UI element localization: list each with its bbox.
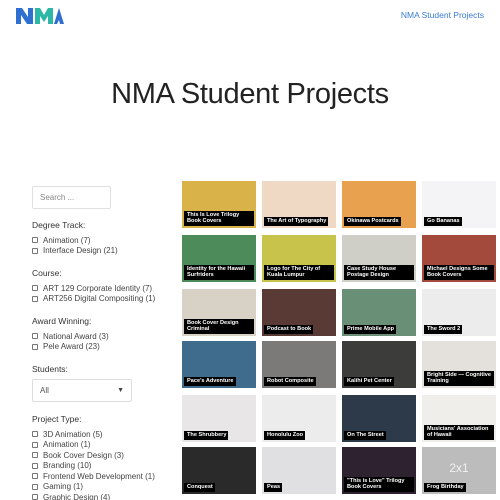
filter-option[interactable]: Branding (10) [32, 461, 152, 472]
project-tile[interactable]: Conquest [182, 447, 256, 494]
project-tile[interactable]: "This is Love" Trilogy Book Covers [342, 447, 416, 494]
project-tile[interactable]: Pace's Adventure [182, 341, 256, 388]
checkbox[interactable] [32, 247, 38, 254]
project-type-heading: Project Type: [32, 414, 82, 424]
project-tile[interactable]: Logo for The City of Kuala Lumpur [262, 235, 336, 282]
placeholder-label: 2x1 [449, 461, 469, 475]
checkbox[interactable] [32, 333, 38, 340]
project-caption: On The Street [344, 431, 386, 440]
project-tile[interactable]: Go Bananas [422, 181, 496, 228]
checkbox[interactable] [32, 462, 38, 469]
project-caption: Robot Composite [264, 377, 316, 386]
checkbox[interactable] [32, 483, 38, 490]
filter-option[interactable]: Animation (7) [32, 235, 152, 246]
filter-option[interactable]: 3D Animation (5) [32, 429, 152, 440]
project-tile[interactable]: Robot Composite [262, 341, 336, 388]
checkbox[interactable] [32, 285, 38, 292]
project-caption: Book Cover Design Criminal [184, 318, 254, 334]
students-heading: Students: [32, 364, 68, 374]
checkbox[interactable] [32, 441, 38, 448]
project-caption: Logo for The City of Kuala Lumpur [264, 264, 334, 280]
project-tile[interactable]: Musicians' Association of Hawaii [422, 395, 496, 442]
project-caption: Podcast to Book [264, 325, 314, 334]
checkbox[interactable] [32, 494, 38, 500]
project-caption: This Is Love Trilogy Book Covers [184, 210, 254, 226]
site-header: NMA Student Projects [0, 0, 500, 30]
degree-track-heading: Degree Track: [32, 220, 86, 230]
project-caption: "This is Love" Trilogy Book Covers [344, 476, 414, 492]
filter-option[interactable]: Pele Award (23) [32, 342, 152, 353]
checkbox[interactable] [32, 473, 38, 480]
checkbox[interactable] [32, 452, 38, 459]
filter-option[interactable]: Gaming (1) [32, 482, 152, 493]
checkbox[interactable] [32, 237, 38, 244]
search-input[interactable] [32, 186, 111, 209]
project-tile[interactable]: The Sword 2 [422, 289, 496, 336]
filter-option[interactable]: ART256 Digital Compositing (1) [32, 294, 155, 305]
chevron-down-icon: ▼ [117, 387, 124, 394]
filter-sidebar: Degree Track: Animation (7) Interface De… [32, 186, 155, 500]
project-caption: The Art of Typography [264, 217, 329, 226]
checkbox[interactable] [32, 343, 38, 350]
project-caption: Okinawa Postcards [344, 217, 401, 226]
project-caption: Pace's Adventure [184, 377, 236, 386]
project-tile[interactable]: Michael Designs Some Book Covers [422, 235, 496, 282]
project-caption: Go Bananas [424, 217, 462, 226]
project-tile[interactable]: This Is Love Trilogy Book Covers [182, 181, 256, 228]
nma-logo[interactable] [16, 8, 64, 24]
checkbox[interactable] [32, 431, 38, 438]
course-heading: Course: [32, 268, 62, 278]
project-tile[interactable]: 2x1 Frog Birthday [422, 447, 496, 494]
project-tile[interactable]: The Art of Typography [262, 181, 336, 228]
students-select[interactable]: All ▼ [32, 379, 132, 402]
page-title: NMA Student Projects [111, 78, 389, 110]
filter-option[interactable]: Graphic Design (4) [32, 492, 152, 500]
project-caption: The Sword 2 [424, 325, 463, 334]
project-tile[interactable]: The Shrubbery [182, 395, 256, 442]
filter-option[interactable]: ART 129 Corporate Identity (7) [32, 283, 152, 294]
project-tile[interactable]: Podcast to Book [262, 289, 336, 336]
filter-option[interactable]: Frontend Web Development (1) [32, 471, 155, 482]
filter-option[interactable]: Animation (1) [32, 440, 152, 451]
checkbox[interactable] [32, 295, 38, 302]
project-caption: Michael Designs Some Book Covers [424, 264, 494, 280]
filter-option[interactable]: Interface Design (21) [32, 246, 152, 257]
project-tile[interactable]: Prime Mobile App [342, 289, 416, 336]
project-caption: Honolulu Zoo [264, 431, 306, 440]
filter-option[interactable]: National Award (3) [32, 331, 152, 342]
project-caption: Identity for the Hawaii Surfriders [184, 264, 254, 280]
project-caption: Bright Side — Cognitive Training [424, 370, 494, 386]
project-type-list: 3D Animation (5) Animation (1) Book Cover … [32, 429, 155, 500]
project-caption: Kalihi Pet Center [344, 377, 394, 386]
project-caption: Case Study House Postage Design [344, 264, 414, 280]
project-caption: The Shrubbery [184, 431, 229, 440]
project-caption: Peas [264, 483, 283, 492]
project-tile[interactable]: Case Study House Postage Design [342, 235, 416, 282]
project-caption: Musicians' Association of Hawaii [424, 424, 494, 440]
award-heading: Award Winning: [32, 316, 92, 326]
project-caption: Prime Mobile App [344, 325, 397, 334]
project-tile[interactable]: Honolulu Zoo [262, 395, 336, 442]
site-link[interactable]: NMA Student Projects [401, 10, 484, 20]
project-tile[interactable]: Peas [262, 447, 336, 494]
project-tile[interactable]: Kalihi Pet Center [342, 341, 416, 388]
filter-option[interactable]: Book Cover Design (3) [32, 450, 152, 461]
project-tile[interactable]: Book Cover Design Criminal [182, 289, 256, 336]
project-tile[interactable]: Identity for the Hawaii Surfriders [182, 235, 256, 282]
project-caption: Frog Birthday [424, 483, 466, 492]
project-tile[interactable]: On The Street [342, 395, 416, 442]
project-tile[interactable]: Bright Side — Cognitive Training [422, 341, 496, 388]
project-caption: Conquest [184, 483, 215, 492]
project-tile[interactable]: Okinawa Postcards [342, 181, 416, 228]
